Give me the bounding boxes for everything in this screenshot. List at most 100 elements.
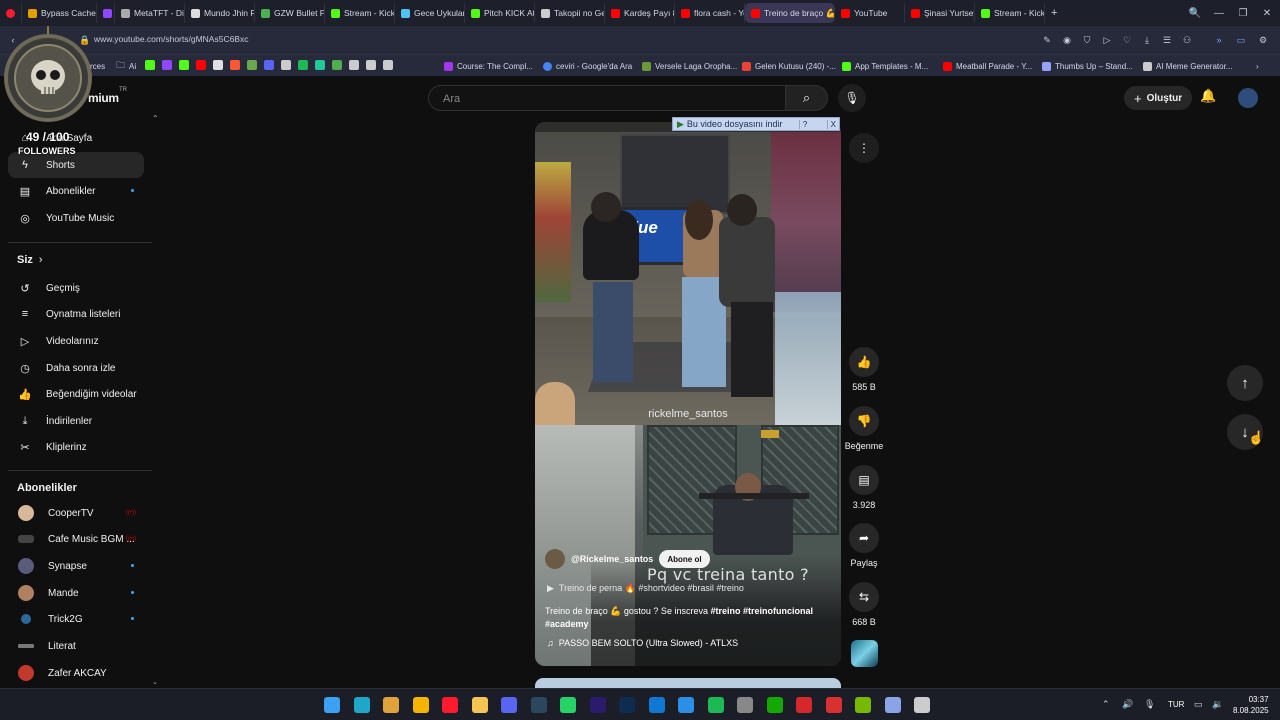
sidebar-item-subscriptions[interactable]: ▤ Abonelikler: [8, 178, 144, 204]
help-button[interactable]: ?: [798, 119, 810, 129]
gear-tb-icon[interactable]: [914, 697, 930, 713]
bookmark-favicon-icon[interactable]: [196, 60, 206, 70]
chrome-icon[interactable]: [412, 697, 429, 713]
bookmark-favicon-icon[interactable]: [315, 60, 325, 70]
browser-tab[interactable]: GZW Bullet Pe: [255, 3, 325, 23]
comments-button[interactable]: ▤: [849, 465, 879, 495]
browser-tab[interactable]: MetaTFT - Dis: [115, 3, 185, 23]
short-video-player[interactable]: Blue rickelme_santos Pq vc treina tanto …: [535, 122, 841, 666]
bookmarks-overflow-icon[interactable]: ›: [1256, 59, 1259, 73]
bookmark-course[interactable]: Course: The Compl...: [444, 59, 533, 73]
sidebar-sub-zafer-akcay[interactable]: Zafer AKCAY: [8, 660, 144, 686]
bookmark-favicon-icon[interactable]: [383, 60, 393, 70]
language-indicator[interactable]: TUR: [1168, 700, 1184, 709]
bookmark-ai-folder[interactable]: 🗀 Ai: [116, 59, 136, 73]
browser-tab[interactable]: flora cash - Yo: [675, 3, 745, 23]
sidebar-sub-cafe-music[interactable]: Cafe Music BGM ... ((•)): [8, 526, 144, 552]
windows-start-icon[interactable]: [324, 697, 340, 713]
sound-thumbnail[interactable]: [851, 640, 878, 667]
bookmark-favicon-icon[interactable]: [281, 60, 291, 70]
acrobat-icon[interactable]: [796, 697, 812, 713]
browser-tab[interactable]: Stream - Kick C: [325, 3, 395, 23]
url-field[interactable]: www.youtube.com/shorts/gMNAs5C6Bxc: [94, 34, 248, 44]
network-icon[interactable]: ▭: [1194, 699, 1203, 710]
discord-icon[interactable]: [501, 697, 517, 713]
browser-tab[interactable]: Pitch KICK Ath: [465, 3, 535, 23]
bookmark-favicon-icon[interactable]: [213, 60, 223, 70]
browser-tab[interactable]: [97, 3, 115, 23]
more-options-button[interactable]: ⋮: [849, 133, 879, 163]
browser-tab[interactable]: Treino de braço 💪 g: [745, 3, 835, 23]
like-button[interactable]: 👍: [849, 347, 879, 377]
sidebar-item-history[interactable]: ↺ Geçmiş: [8, 275, 144, 301]
shield-icon[interactable]: ⛉: [1080, 33, 1094, 47]
bookmark-favicon-icon[interactable]: [162, 60, 172, 70]
download-video-banner[interactable]: ▶ Bu video dosyasını indir? X: [672, 117, 840, 131]
music-track[interactable]: ♫ PASSO BEM SOLTO (Ultra Slowed) - ATLXS: [547, 638, 738, 648]
browser-tab[interactable]: Mundo Jhin Re: [185, 3, 255, 23]
browser-tab[interactable]: Stream - Kick C: [975, 3, 1045, 23]
explorer-icon[interactable]: [471, 697, 488, 713]
spotify-icon[interactable]: [707, 697, 724, 713]
bookmark-favicon-icon[interactable]: [145, 60, 155, 70]
upwork-icon[interactable]: [766, 697, 783, 713]
nvidia-icon[interactable]: [855, 697, 871, 713]
outlook-icon[interactable]: [648, 697, 665, 713]
bookmark-favicon-icon[interactable]: [230, 60, 240, 70]
z-app-icon[interactable]: [825, 697, 842, 713]
sidebar-sub-coopertv[interactable]: CooperTV ((•)): [8, 500, 144, 526]
account-icon[interactable]: ⚇: [1180, 33, 1194, 47]
close-banner-button[interactable]: X: [826, 119, 839, 129]
sidebar-item-downloads[interactable]: ⤓ İndirilenler: [8, 408, 144, 434]
sidebar-toggle-icon[interactable]: »: [1212, 33, 1226, 47]
vscode-icon[interactable]: [678, 697, 694, 713]
bookmark-app-templates[interactable]: App Templates - M...: [842, 59, 928, 73]
hashtags[interactable]: #academy: [545, 619, 589, 629]
bookmark-favicon-icon[interactable]: [247, 60, 257, 70]
sidebar-sub-synapse[interactable]: Synapse: [8, 553, 144, 579]
photoshop-icon[interactable]: [619, 697, 635, 713]
settings-app-icon[interactable]: [737, 697, 753, 713]
bookmark-thumbs-up[interactable]: Thumbs Up – Stand...: [1042, 59, 1133, 73]
sidebar-item-liked-videos[interactable]: 👍 Beğendiğim videolar: [8, 381, 144, 407]
whatsapp-icon[interactable]: [560, 697, 576, 713]
play-icon[interactable]: ▷: [1100, 33, 1114, 47]
edge-icon[interactable]: [353, 697, 370, 713]
create-button[interactable]: + Oluştur: [1124, 86, 1193, 110]
speaker-icon[interactable]: 🔉: [1212, 699, 1223, 710]
sidebar-sub-mande[interactable]: Mande: [8, 580, 144, 606]
menu-icon[interactable]: ☰: [1160, 33, 1174, 47]
opera-menu-icon[interactable]: [0, 3, 22, 23]
voice-search-button[interactable]: 🎙: [838, 84, 866, 112]
sidebar-item-your-videos[interactable]: ▷ Videolarınız: [8, 328, 144, 354]
search-button[interactable]: ⌕: [786, 85, 828, 111]
mic-tray-icon[interactable]: 🎙: [1144, 699, 1155, 710]
opera-icon[interactable]: [442, 697, 458, 713]
related-video-link[interactable]: ▶ Treino de perna 🔥 #shortvideo #brasil #…: [547, 583, 744, 594]
next-short-preview[interactable]: [535, 678, 841, 688]
bookmark-favicon-icon[interactable]: [366, 60, 376, 70]
previous-short-button[interactable]: ↑: [1227, 365, 1263, 401]
panel-icon[interactable]: ▭: [1234, 33, 1248, 47]
bookmark-favicon-icon[interactable]: [298, 60, 308, 70]
browser-tab[interactable]: Takopii no Gen: [535, 3, 605, 23]
channel-name[interactable]: @Rickelme_santos: [571, 554, 653, 564]
subscribe-button[interactable]: Abone ol: [659, 550, 710, 568]
browser-tab[interactable]: Şinasi Yurtsev: [905, 3, 975, 23]
bookmark-favicon-icon[interactable]: [264, 60, 274, 70]
camera-icon[interactable]: ◉: [1060, 33, 1074, 47]
browser-tab[interactable]: Kardeş Payı 8.B: [605, 3, 675, 23]
sidebar-item-youtube-music[interactable]: ◎ YouTube Music: [8, 205, 144, 231]
minimize-button[interactable]: —: [1206, 0, 1232, 26]
bookmark-favicon-icon[interactable]: [332, 60, 342, 70]
tray-chevron-icon[interactable]: ⌃: [1102, 699, 1110, 710]
sidebar-scroll-up-icon[interactable]: ⌃: [152, 114, 159, 123]
sidebar-you-header[interactable]: Siz ›: [17, 254, 43, 266]
browser-tab[interactable]: Bypass Cache: [22, 3, 97, 23]
heart-icon[interactable]: ♡: [1120, 33, 1134, 47]
clock[interactable]: 03:37 8.08.2025: [1233, 694, 1269, 716]
new-tab-button[interactable]: +: [1045, 3, 1063, 23]
browser-tab[interactable]: YouTube: [835, 3, 905, 23]
bookmark-meme[interactable]: AI Meme Generator...: [1143, 59, 1232, 73]
sidebar-item-watch-later[interactable]: ◷ Daha sonra izle: [8, 355, 144, 381]
